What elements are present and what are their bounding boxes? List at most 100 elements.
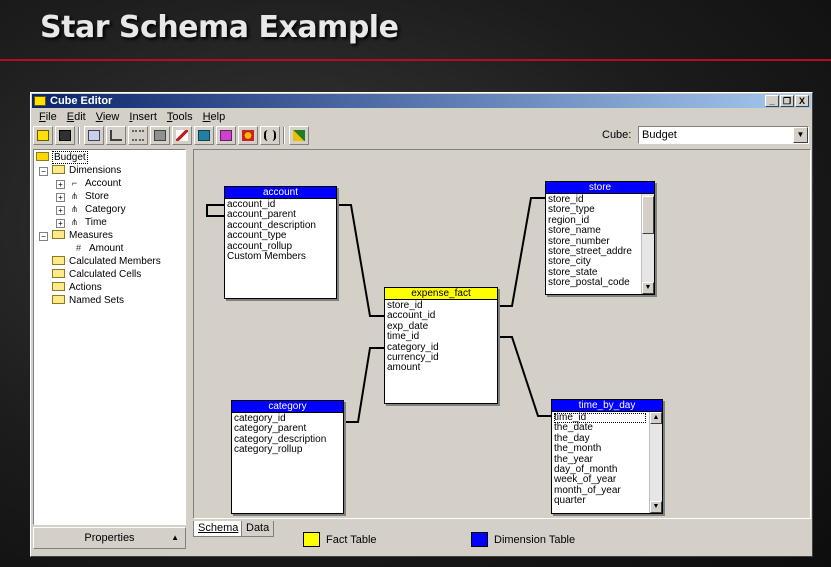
scroll-thumb[interactable]: [642, 196, 654, 234]
table-expense-fact[interactable]: expense_fact store_id account_id exp_dat…: [384, 287, 498, 404]
tree-item-label: Store: [85, 191, 109, 202]
join-line-time-fact: [498, 336, 551, 417]
save-button[interactable]: [55, 126, 75, 145]
browse-button[interactable]: [216, 126, 236, 145]
expand-icon[interactable]: +: [56, 180, 65, 189]
tree-item-amount[interactable]: # Amount: [72, 242, 124, 255]
new-folder-icon: [37, 130, 49, 141]
optimize-button[interactable]: [289, 126, 309, 145]
scroll-down-icon[interactable]: ▼: [642, 282, 654, 294]
tree-item-measures[interactable]: Measures: [52, 229, 114, 242]
join-line-account-fact: [337, 204, 384, 317]
tree-item-label: Category: [85, 204, 126, 215]
tree-item-dimensions[interactable]: Dimensions: [52, 164, 122, 177]
table-field[interactable]: Custom Members: [227, 251, 334, 262]
table-field[interactable]: store_name: [548, 225, 638, 236]
vertical-scrollbar[interactable]: ▲ ▼: [649, 412, 662, 513]
tree-item-calculated-cells[interactable]: Calculated Cells: [52, 268, 142, 281]
menu-view[interactable]: View: [91, 109, 125, 125]
level-button[interactable]: [150, 126, 170, 145]
schema-canvas[interactable]: account account_id account_parent accoun…: [193, 149, 811, 519]
table-account[interactable]: account account_id account_parent accoun…: [224, 186, 337, 299]
tree-view-button[interactable]: [84, 126, 104, 145]
calculated-member-button[interactable]: [260, 126, 280, 145]
arrow-up-icon: ▲: [171, 533, 179, 542]
measure-button[interactable]: [172, 126, 192, 145]
menu-file[interactable]: File: [34, 109, 62, 125]
new-button[interactable]: [33, 126, 53, 145]
tree-item-label: Actions: [69, 282, 102, 293]
menu-insert[interactable]: Insert: [124, 109, 162, 125]
table-store[interactable]: store store_id store_type region_id stor…: [545, 181, 655, 295]
folder-icon: [52, 256, 65, 265]
braces-icon: [264, 130, 276, 141]
wizard-icon: [242, 130, 254, 141]
optimize-icon: [293, 130, 305, 141]
dimension-icon: ⌐: [71, 178, 78, 188]
process-button[interactable]: [194, 126, 214, 145]
tab-data[interactable]: Data: [241, 521, 275, 537]
folder-icon: [52, 282, 65, 291]
tree-item-calculated-members[interactable]: Calculated Members: [52, 255, 162, 268]
menu-tools[interactable]: Tools: [162, 109, 198, 125]
cube-select[interactable]: Budget ▼: [638, 126, 809, 144]
expand-icon[interactable]: +: [56, 193, 65, 202]
wizard-button[interactable]: [238, 126, 258, 145]
tree-item-category[interactable]: ⋔ Category: [68, 203, 127, 216]
collapse-icon[interactable]: −: [39, 232, 48, 241]
tree-item-named-sets[interactable]: Named Sets: [52, 294, 125, 307]
tree-item-budget[interactable]: Budget: [36, 151, 88, 164]
table-title: category: [232, 401, 343, 413]
dimension-icon: ⋔: [70, 204, 79, 214]
table-field[interactable]: category_rollup: [234, 444, 341, 455]
tree-item-store[interactable]: ⋔ Store: [68, 190, 110, 203]
tree-item-actions[interactable]: Actions: [52, 281, 103, 294]
table-field[interactable]: store_postal_code: [548, 277, 638, 288]
tree-item-label: Dimensions: [69, 165, 122, 176]
tab-schema[interactable]: Schema: [193, 521, 244, 537]
dimension-icon: ⋔: [70, 217, 79, 227]
dimension-table-swatch: [471, 532, 488, 547]
dropdown-arrow-icon[interactable]: ▼: [793, 127, 808, 143]
measure-icon: [176, 130, 188, 141]
field-list: time_id the_date the_day the_month the_y…: [552, 412, 662, 513]
window-title: Cube Editor: [50, 95, 113, 107]
fact-table-label: Fact Table: [326, 534, 377, 546]
tree-item-label: Amount: [89, 243, 124, 254]
dimension-table-label: Dimension Table: [494, 534, 576, 546]
menu-help[interactable]: Help: [198, 109, 231, 125]
table-field[interactable]: amount: [387, 362, 495, 373]
folder-icon: [52, 269, 65, 278]
table-field[interactable]: account_type: [227, 230, 334, 241]
restore-button[interactable]: ❐: [780, 95, 794, 107]
join-line-account-external: [206, 204, 224, 217]
window-titlebar[interactable]: Cube Editor _ ❐ X: [32, 94, 811, 108]
cube-icon: [36, 152, 49, 161]
table-category[interactable]: category category_id category_parent cat…: [231, 400, 344, 514]
cube-icon: [34, 96, 46, 106]
table-time-by-day[interactable]: time_by_day time_id the_date the_day the…: [551, 399, 663, 514]
hierarchy-button[interactable]: [128, 126, 148, 145]
folder-icon: [52, 295, 65, 304]
expand-icon[interactable]: +: [56, 206, 65, 215]
dimension-icon: ⋔: [70, 191, 79, 201]
table-field[interactable]: time_id: [387, 331, 495, 342]
title-divider: [0, 59, 831, 61]
collapse-icon[interactable]: −: [39, 167, 48, 176]
tree-item-time[interactable]: ⋔ Time: [68, 216, 108, 229]
scroll-down-icon[interactable]: ▼: [650, 501, 662, 513]
join-line-category-fact: [344, 347, 384, 423]
level-icon: [154, 130, 166, 141]
properties-button[interactable]: Properties ▲: [33, 527, 186, 549]
dimension-button[interactable]: [106, 126, 126, 145]
cube-tree: Budget − Dimensions + ⌐ Account + ⋔ Store …: [33, 149, 186, 525]
menu-edit[interactable]: Edit: [62, 109, 91, 125]
table-field[interactable]: quarter: [554, 495, 646, 506]
close-button[interactable]: X: [795, 95, 809, 107]
tree-item-account[interactable]: ⌐ Account: [68, 177, 122, 190]
expand-icon[interactable]: +: [56, 219, 65, 228]
vertical-scrollbar[interactable]: ▼: [641, 194, 654, 294]
scroll-up-icon[interactable]: ▲: [650, 412, 662, 424]
table-field[interactable]: the_month: [554, 443, 646, 454]
minimize-button[interactable]: _: [765, 95, 779, 107]
